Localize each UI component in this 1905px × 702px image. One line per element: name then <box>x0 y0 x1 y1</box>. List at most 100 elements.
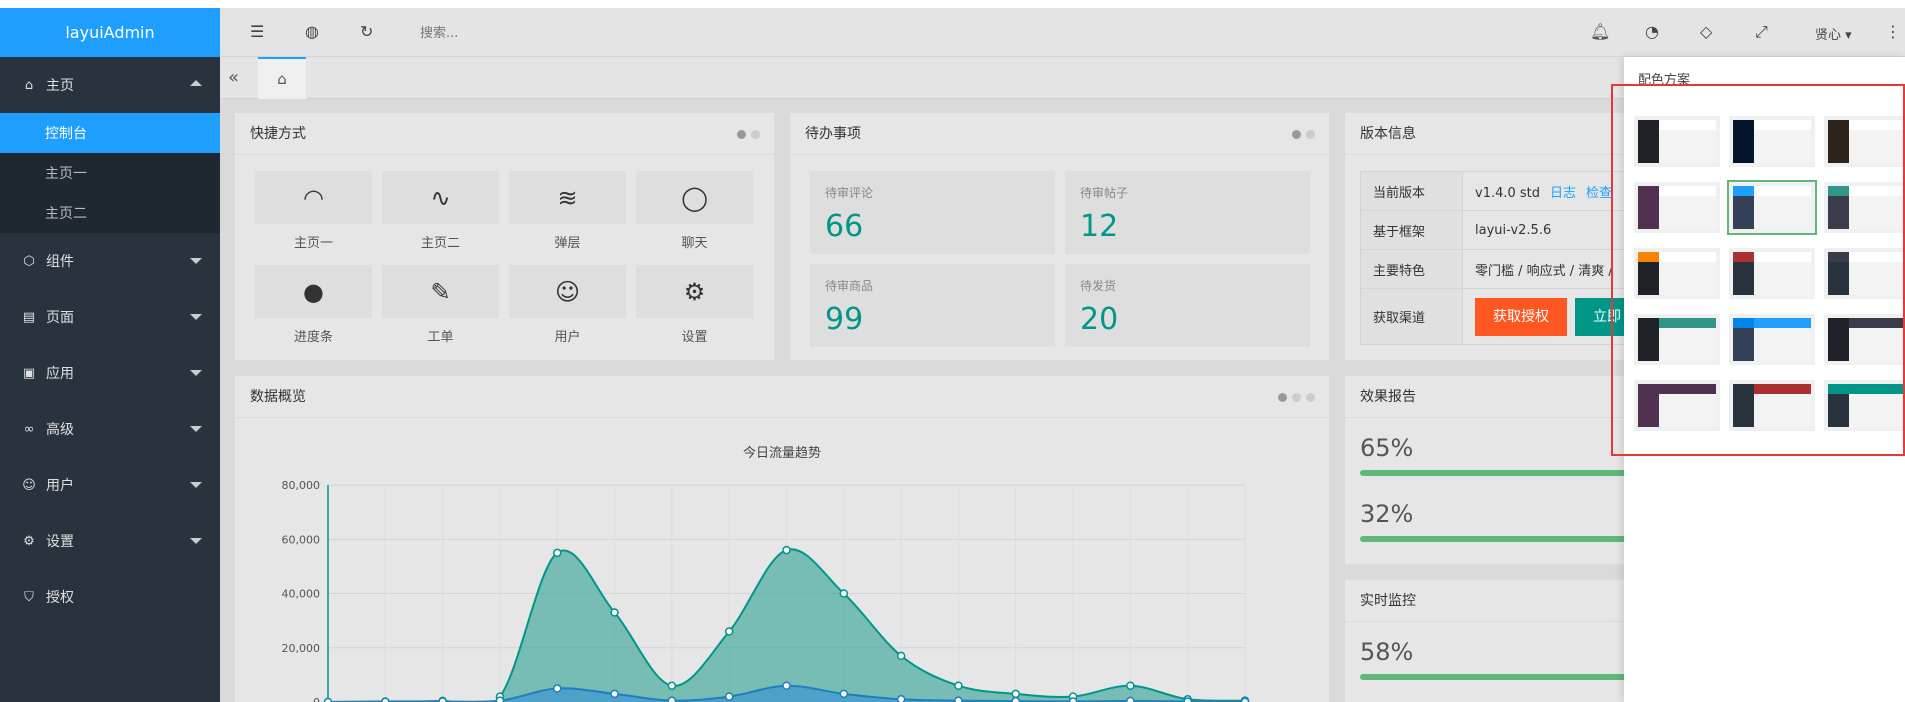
sidebar-item-page[interactable]: ▤ 页面 <box>0 289 220 345</box>
changelog-link[interactable]: 日志 <box>1550 186 1576 201</box>
data-point[interactable] <box>610 608 619 617</box>
data-point[interactable] <box>1011 696 1020 702</box>
carousel-dots[interactable] <box>1292 130 1315 139</box>
form-edit-icon: ✎ <box>382 265 499 318</box>
check-update-link[interactable]: 检查 <box>1586 186 1612 201</box>
palette-icon[interactable]: ◔ <box>1645 22 1659 41</box>
user-menu[interactable]: 贤心 ▾ <box>1815 24 1852 43</box>
quick-item[interactable]: ≋ 弹层 <box>509 171 626 251</box>
search-input[interactable] <box>420 21 640 45</box>
home-icon: ⌂ <box>24 77 34 93</box>
sidebar-item-label: 用户 <box>46 478 74 494</box>
chevron-down-icon <box>190 426 202 432</box>
data-point[interactable] <box>553 684 562 693</box>
data-point[interactable] <box>782 545 791 555</box>
sidebar-item-settings[interactable]: ⚙ 设置 <box>0 513 220 569</box>
gauge-icon: ◠ <box>255 171 372 224</box>
data-point[interactable] <box>1240 697 1250 702</box>
data-point[interactable] <box>1183 697 1192 702</box>
sidebar-item-user[interactable]: ☺ 用户 <box>0 457 220 513</box>
data-point[interactable] <box>724 692 734 701</box>
quick-item[interactable]: ● 进度条 <box>255 265 372 345</box>
double-chevron-left-icon[interactable]: « <box>228 67 239 88</box>
todo-item[interactable]: 待审评论 66 <box>810 171 1055 254</box>
data-point[interactable] <box>495 696 505 702</box>
data-point[interactable] <box>381 697 390 702</box>
sidebar-item-home[interactable]: ⌂ 主页 <box>0 57 220 113</box>
data-point[interactable] <box>1126 681 1135 690</box>
data-point[interactable] <box>667 681 677 690</box>
globe-icon[interactable]: ◍ <box>305 22 319 41</box>
gear-icon: ⚙ <box>636 265 753 318</box>
shrink-icon[interactable]: ☰ <box>250 22 264 41</box>
todo-item[interactable]: 待审商品 99 <box>810 264 1055 347</box>
data-point[interactable] <box>1068 697 1078 702</box>
data-point[interactable] <box>610 689 619 699</box>
chevron-down-icon <box>190 370 202 376</box>
quick-item[interactable]: ∿ 主页二 <box>382 171 499 251</box>
data-point[interactable] <box>954 681 963 690</box>
quick-item[interactable]: ⚙ 设置 <box>636 265 753 345</box>
data-point[interactable] <box>323 697 333 702</box>
senior-icon: ∞ <box>23 421 35 437</box>
data-point[interactable] <box>954 696 963 702</box>
highlight-box <box>1611 84 1905 456</box>
chevron-down-icon <box>190 538 202 544</box>
sidebar-subitem-home1[interactable]: 主页一 <box>0 153 220 193</box>
y-tick-label: 0 <box>313 696 320 702</box>
chevron-down-icon <box>190 258 202 264</box>
app-logo[interactable]: layuiAdmin <box>0 8 220 57</box>
sidebar-item-auth[interactable]: ⛉ 授权 <box>0 569 220 625</box>
data-point[interactable] <box>724 627 734 636</box>
data-point[interactable] <box>896 651 906 661</box>
todo-item[interactable]: 待审帖子 12 <box>1065 171 1310 254</box>
carousel-dots[interactable] <box>737 130 760 139</box>
tab-home[interactable]: ⌂ <box>258 57 306 99</box>
refresh-icon[interactable]: ↻ <box>360 22 373 41</box>
top-strip <box>0 0 1905 8</box>
component-icon: ⬡ <box>23 253 35 269</box>
y-tick-label: 60,000 <box>282 533 321 546</box>
sidebar-item-label: 主页 <box>46 78 74 94</box>
quick-item[interactable]: ☺ 用户 <box>509 265 626 345</box>
quick-item[interactable]: ◯ 聊天 <box>636 171 753 251</box>
sidebar-item-label: 高级 <box>46 422 74 438</box>
data-point[interactable] <box>782 681 791 690</box>
sidebar-item-component[interactable]: ⬡ 组件 <box>0 233 220 289</box>
fullscreen-icon[interactable]: ⤢ <box>1755 22 1768 42</box>
data-point[interactable] <box>1011 689 1020 699</box>
tag-icon[interactable]: ◇ <box>1700 22 1712 41</box>
sidebar-subnav-home: 控制台 主页一 主页二 <box>0 113 220 233</box>
chevron-up-icon <box>190 80 202 86</box>
auth-icon: ⛉ <box>24 589 34 605</box>
app-icon: ▣ <box>22 365 36 381</box>
sidebar-item-label: 应用 <box>46 366 74 382</box>
card-title: 待办事项 <box>790 113 1329 155</box>
data-point[interactable] <box>839 589 849 598</box>
todo-grid: 待审评论 66 待审帖子 12 待审商品 99 待发货 20 <box>810 171 1310 347</box>
sidebar-subitem-home2[interactable]: 主页二 <box>0 193 220 233</box>
data-point[interactable] <box>553 548 562 558</box>
get-license-button[interactable]: 获取授权 <box>1475 297 1567 336</box>
data-point[interactable] <box>839 689 849 699</box>
sidebar-item-senior[interactable]: ∞ 高级 <box>0 401 220 457</box>
data-point[interactable] <box>438 697 447 702</box>
user-icon: ☺ <box>509 265 626 318</box>
data-point[interactable] <box>1126 696 1135 702</box>
data-point[interactable] <box>667 696 677 702</box>
quick-item[interactable]: ◠ 主页一 <box>255 171 372 251</box>
sidebar-subitem-console[interactable]: 控制台 <box>0 113 220 153</box>
sidebar-item-app[interactable]: ▣ 应用 <box>0 345 220 401</box>
data-point[interactable] <box>896 695 906 702</box>
more-icon[interactable]: ⋮ <box>1885 22 1901 41</box>
pulse-icon: ∿ <box>382 171 499 224</box>
todo-item[interactable]: 待发货 20 <box>1065 264 1310 347</box>
card-title: 快捷方式 <box>235 113 774 155</box>
sidebar: ⌂ 主页 控制台 主页一 主页二 ⬡ 组件 ▤ 页面 ▣ 应用 ∞ 高级 ☺ 用… <box>0 57 220 702</box>
quick-item[interactable]: ✎ 工单 <box>382 265 499 345</box>
gear-icon: ⚙ <box>23 533 35 549</box>
sidebar-item-label: 页面 <box>46 310 74 326</box>
bell-icon[interactable]: 🔔︎ <box>1590 22 1610 41</box>
y-tick-label: 20,000 <box>282 642 321 655</box>
layers-icon: ≋ <box>509 171 626 224</box>
